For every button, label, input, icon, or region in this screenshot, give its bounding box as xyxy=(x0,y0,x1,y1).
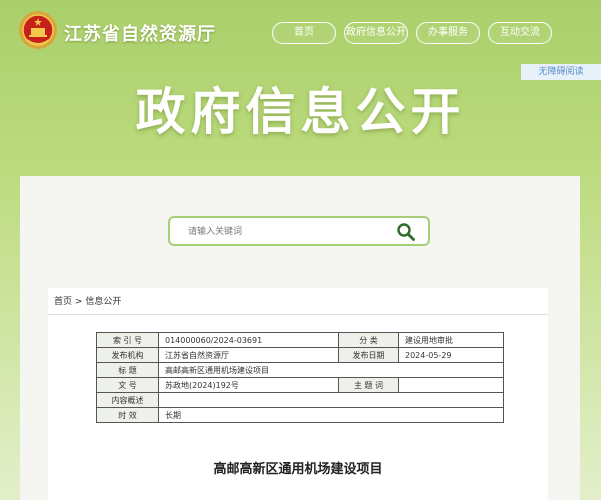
index-value: 014000060/2024-03691 xyxy=(158,332,339,348)
nav-home[interactable]: 首页 xyxy=(272,22,336,44)
category-label: 分 类 xyxy=(338,332,399,348)
breadcrumb-separator: > xyxy=(74,297,83,307)
docno-label: 文 号 xyxy=(96,377,159,393)
summary-label: 内容概述 xyxy=(96,392,159,408)
nav-services[interactable]: 办事服务 xyxy=(416,22,480,44)
table-row: 文 号 苏政地(2024)192号 主 题 词 xyxy=(96,377,504,393)
hero-title: 政府信息公开 xyxy=(135,83,466,141)
table-row: 内容概述 xyxy=(96,392,504,408)
table-row: 时 效 长期 xyxy=(96,407,504,423)
site-title: 江苏省自然资源厅 xyxy=(64,24,216,45)
date-label: 发布日期 xyxy=(338,347,399,363)
national-emblem-icon xyxy=(19,11,57,49)
summary-value xyxy=(158,392,504,408)
keywords-label: 主 题 词 xyxy=(338,377,399,393)
nav-gov-info[interactable]: 政府信息公开 xyxy=(344,22,408,44)
title-label: 标 题 xyxy=(96,362,159,378)
document-title: 高邮高新区通用机场建设项目 xyxy=(213,462,383,477)
table-row: 发布机构 江苏省自然资源厅 发布日期 2024-05-29 xyxy=(96,347,504,363)
publisher-value: 江苏省自然资源厅 xyxy=(158,347,339,363)
title-value: 高邮高新区通用机场建设项目 xyxy=(158,362,504,378)
validity-value: 长期 xyxy=(158,407,504,423)
date-value: 2024-05-29 xyxy=(398,347,504,363)
divider xyxy=(48,314,548,315)
index-label: 索 引 号 xyxy=(96,332,159,348)
publisher-label: 发布机构 xyxy=(96,347,159,363)
breadcrumb: 首页 > 信息公开 xyxy=(54,294,121,307)
site-header: 江苏省自然资源厅 首页 政府信息公开 办事服务 互动交流 xyxy=(0,0,601,60)
keywords-value xyxy=(398,377,504,393)
main-panel: 首页 > 信息公开 索 引 号 014000060/2024-03691 分 类… xyxy=(20,176,580,500)
breadcrumb-current[interactable]: 信息公开 xyxy=(85,297,121,307)
table-row: 索 引 号 014000060/2024-03691 分 类 建设用地审批 xyxy=(96,332,504,348)
nav-interaction[interactable]: 互动交流 xyxy=(488,22,552,44)
table-row: 标 题 高邮高新区通用机场建设项目 xyxy=(96,362,504,378)
main-nav: 首页 政府信息公开 办事服务 互动交流 xyxy=(272,22,552,44)
category-value: 建设用地审批 xyxy=(398,332,504,348)
breadcrumb-home[interactable]: 首页 xyxy=(54,297,72,307)
docno-value: 苏政地(2024)192号 xyxy=(158,377,339,393)
search-input[interactable] xyxy=(188,224,388,240)
search-icon[interactable] xyxy=(396,222,416,242)
document-meta-table: 索 引 号 014000060/2024-03691 分 类 建设用地审批 发布… xyxy=(96,332,504,423)
content-area: 首页 > 信息公开 索 引 号 014000060/2024-03691 分 类… xyxy=(48,288,548,500)
search-box xyxy=(168,216,430,246)
validity-label: 时 效 xyxy=(96,407,159,423)
